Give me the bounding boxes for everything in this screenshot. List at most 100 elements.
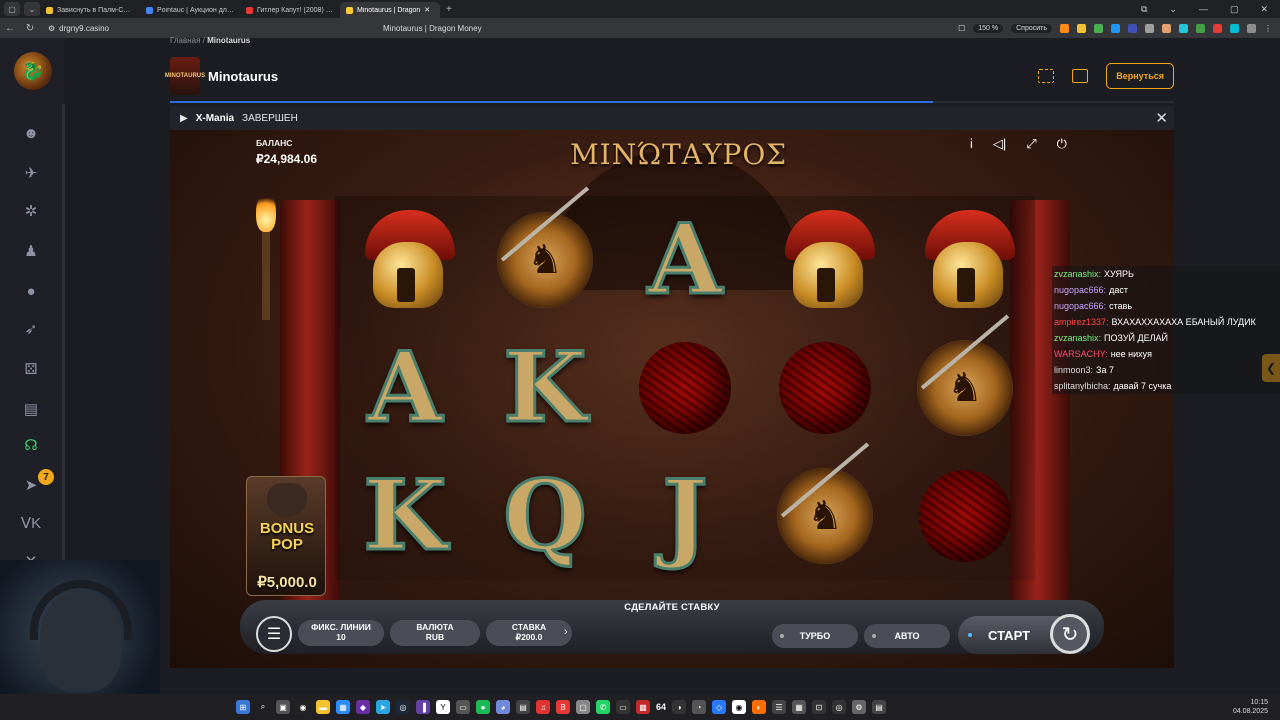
breadcrumb-home[interactable]: Главная (170, 36, 200, 45)
dice-icon[interactable]: ⚄ (20, 358, 42, 380)
smile-icon[interactable]: ☻ (20, 122, 42, 144)
bonus-pop-panel[interactable]: BONUS POP ₽5,000.0 (246, 476, 326, 596)
extension-icon[interactable] (1162, 23, 1171, 33)
app-icon[interactable]: ▭ (616, 700, 630, 714)
app-icon[interactable]: ◔ (692, 700, 707, 714)
sidebar-scrollbar[interactable] (62, 104, 65, 604)
extension-icon[interactable] (1145, 23, 1154, 33)
menu-dots-icon[interactable]: ⋮ (1264, 24, 1272, 33)
whatsapp-icon[interactable]: ✆ (596, 700, 610, 714)
fullscreen-icon[interactable]: ⤢ (1026, 136, 1036, 152)
reload-icon[interactable]: ↻ (20, 23, 40, 34)
discord-icon[interactable]: ◕ (496, 700, 510, 714)
rocket-launch-icon[interactable]: ➶ (20, 318, 42, 340)
site-logo[interactable]: 🐉 (14, 52, 52, 90)
site-info-icon[interactable]: ⚙ (48, 24, 55, 33)
power-icon[interactable]: ⏻ (1057, 136, 1067, 152)
app-icon[interactable]: ▤ (516, 700, 530, 714)
app-icon[interactable]: ▩ (636, 700, 650, 714)
system-clock[interactable]: 10:15 04.08.2025 (1233, 698, 1268, 716)
file-explorer-icon[interactable]: ▬ (316, 700, 330, 714)
app-icon[interactable]: ▦ (792, 700, 807, 714)
chat-message: WARSACHY: нее нихуя (1052, 346, 1280, 362)
app-icon[interactable]: ◉ (296, 700, 310, 714)
app-icon[interactable]: ◑ (672, 700, 687, 714)
music-icon[interactable]: ♫ (536, 700, 550, 714)
browser-tab-active[interactable]: Minotaurus | Dragon ✕ (340, 2, 440, 18)
bookmark-icon[interactable]: ☐ (958, 24, 965, 33)
bug-icon[interactable]: ✲ (20, 200, 42, 222)
app-icon[interactable]: ▤ (872, 700, 887, 714)
extension-icon[interactable] (1060, 23, 1069, 33)
browser-tab-3[interactable]: Гитлер Капут! (2008) - Тр (240, 2, 340, 18)
extension-icon[interactable] (1077, 23, 1086, 33)
fullscreen-icon[interactable] (1038, 69, 1055, 83)
tab-close-icon[interactable]: ✕ (424, 6, 430, 14)
extension-icon[interactable] (1196, 23, 1205, 33)
extension-icon[interactable] (1213, 23, 1222, 33)
zoom-indicator[interactable]: 150 % (973, 23, 1004, 33)
browser-tab-2[interactable]: Pointauc | Аукцион для стр (140, 2, 240, 18)
copy-icon[interactable]: ⧉ (1141, 4, 1147, 15)
maximize-button[interactable]: ▢ (1230, 4, 1239, 15)
app-icon[interactable]: B (556, 700, 570, 714)
telegram-icon[interactable]: ➤ (376, 700, 390, 714)
back-button[interactable]: Вернуться (1106, 63, 1174, 89)
support-headset-icon[interactable]: ☊ (20, 434, 42, 456)
menu-button[interactable]: ☰ (256, 616, 292, 652)
balance-value: ₽24,984.06 (256, 152, 318, 166)
minimize-button[interactable]: — (1199, 4, 1208, 15)
extension-icon[interactable] (1111, 23, 1120, 33)
steam-icon[interactable]: ◎ (396, 700, 410, 714)
extension-icon[interactable] (1247, 23, 1256, 33)
browser-tab-1[interactable]: Зависнуть в Палм-Спрингс (40, 2, 140, 18)
spin-icon[interactable]: ↻ (1050, 614, 1090, 654)
extension-icon[interactable] (1128, 23, 1137, 33)
task-view-icon[interactable]: ▣ (276, 700, 290, 714)
bomb-icon[interactable]: ● (20, 280, 42, 302)
extension-icon[interactable] (1094, 23, 1103, 33)
search-icon[interactable]: ⌕ (256, 700, 270, 714)
ask-button[interactable]: Спросить (1011, 23, 1052, 33)
close-window-button[interactable]: ✕ (1260, 4, 1268, 15)
slot-game-canvas[interactable]: БАЛАНС ₽24,984.06 ΜΙΝΏΤΑΥΡΟΣ i ◁| ⤢ ⏻ ♞ A… (170, 130, 1174, 668)
info-icon[interactable]: i (970, 136, 973, 152)
yandex-browser-icon[interactable]: Y (436, 700, 450, 714)
chevron-down-icon[interactable]: ⌄ (1169, 4, 1177, 15)
bet-increase-arrow[interactable]: › (564, 626, 568, 638)
person-icon[interactable]: ♟ (20, 240, 42, 262)
obs-icon[interactable]: ◉ (732, 700, 747, 714)
vk-icon[interactable]: ᐯK (20, 512, 42, 534)
rocket-icon[interactable]: ✈ (20, 162, 42, 184)
app-icon[interactable]: ▢ (576, 700, 590, 714)
taskbar-counter[interactable]: 64 (656, 702, 666, 712)
tab-search-button[interactable]: ⌄ (24, 2, 40, 16)
windows-start-icon[interactable]: ⊞ (236, 700, 250, 714)
app-icon[interactable]: ⊡ (812, 700, 827, 714)
spotify-icon[interactable]: ● (476, 700, 490, 714)
app-icon[interactable]: ◇ (712, 700, 727, 714)
building-icon[interactable]: ▤ (20, 398, 42, 420)
bet-control[interactable]: СТАВКА ₽200.0 (486, 620, 572, 646)
app-icon[interactable]: ◎ (832, 700, 847, 714)
app-icon[interactable]: ☰ (772, 700, 787, 714)
auto-toggle[interactable]: АВТО (864, 624, 950, 648)
app-icon[interactable]: ▭ (456, 700, 470, 714)
new-tab-button[interactable]: + (446, 4, 452, 15)
turbo-toggle[interactable]: ТУРБО (772, 624, 858, 648)
settings-icon[interactable]: ⚙ (852, 700, 867, 714)
fixed-lines-control[interactable]: ФИКС. ЛИНИИ 10 (298, 620, 384, 646)
extension-icon[interactable] (1230, 23, 1239, 33)
currency-control[interactable]: ВАЛЮТА RUB (390, 620, 480, 646)
app-icon[interactable]: ◆ (356, 700, 370, 714)
firefox-icon[interactable]: ◐ (752, 700, 767, 714)
sound-icon[interactable]: ◁| (993, 136, 1006, 152)
app-icon[interactable]: ▦ (336, 700, 350, 714)
back-arrow-icon[interactable]: ← (0, 23, 20, 34)
twitch-icon[interactable]: ▐ (416, 700, 430, 714)
extension-icon[interactable] (1179, 23, 1188, 33)
theater-mode-icon[interactable] (1072, 69, 1089, 83)
window-menu-button[interactable]: ▢ (4, 2, 20, 16)
close-icon[interactable]: ✕ (1155, 109, 1168, 127)
url-field[interactable]: ⚙ drgny9.casino (48, 24, 383, 33)
